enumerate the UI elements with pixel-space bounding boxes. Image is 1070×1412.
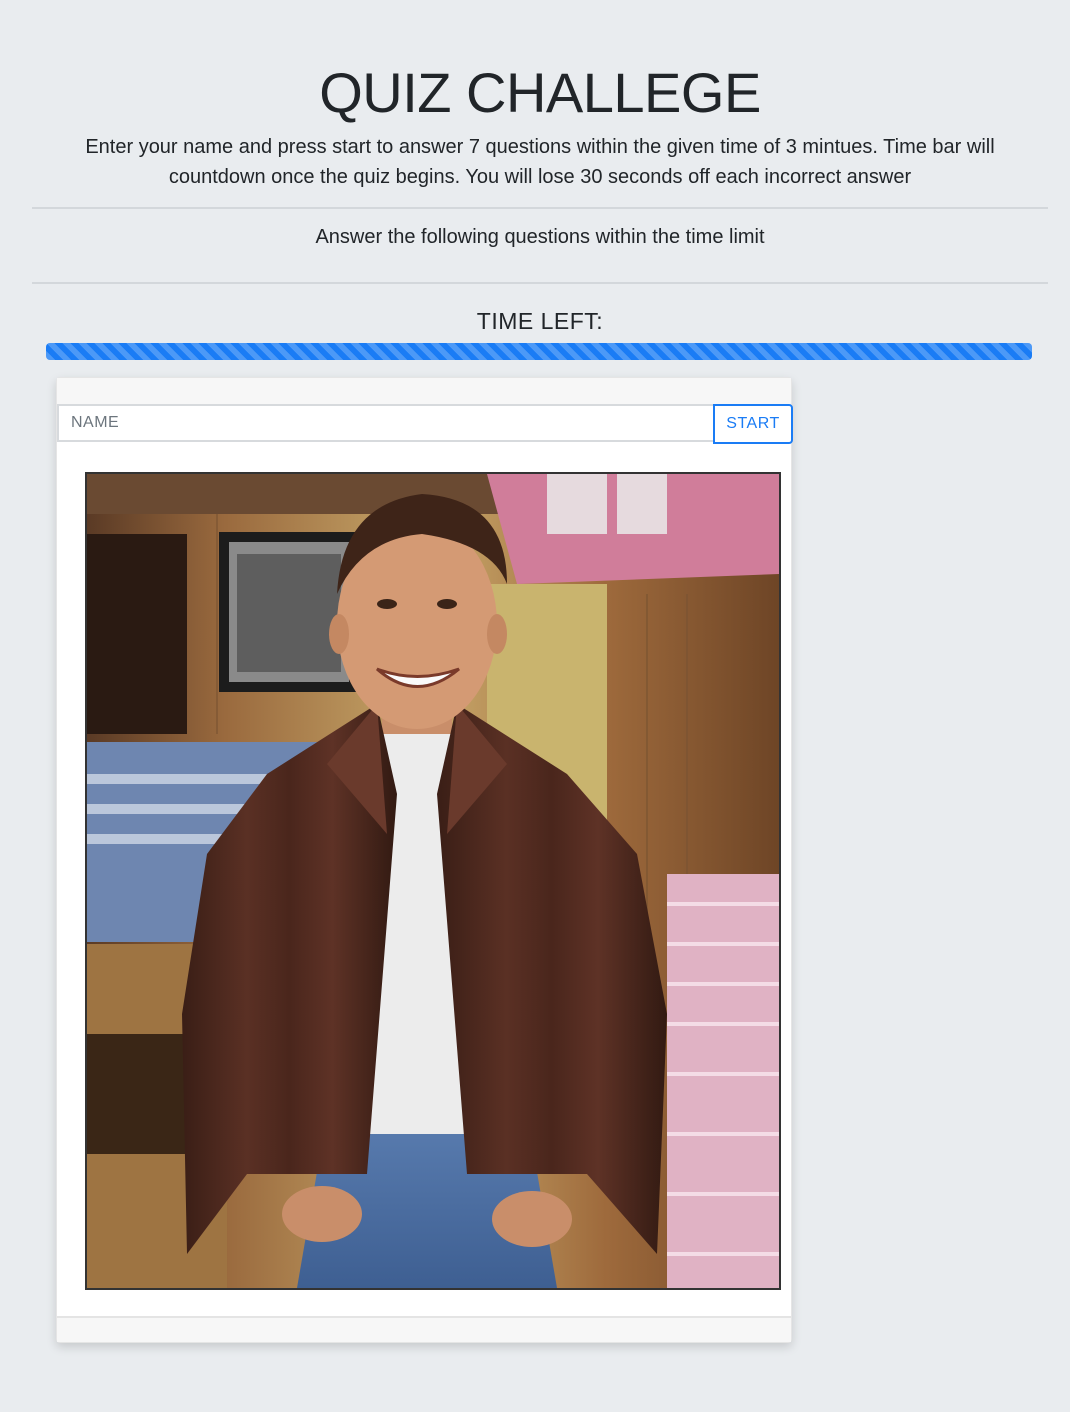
time-progress-bar bbox=[46, 343, 1032, 360]
divider-top bbox=[32, 207, 1048, 209]
man-in-leather-jacket-image bbox=[87, 474, 779, 1288]
subtitle: Answer the following questions within th… bbox=[315, 226, 765, 248]
time-progress-fill bbox=[46, 343, 1032, 360]
card-footer bbox=[57, 1316, 791, 1342]
card-header bbox=[57, 378, 791, 405]
time-left-label: TIME LEFT: bbox=[476, 308, 604, 334]
start-button[interactable]: START bbox=[713, 404, 793, 444]
quiz-card: START bbox=[56, 377, 793, 1343]
instructions-text: Enter your name and press start to answe… bbox=[85, 136, 995, 188]
name-input[interactable] bbox=[57, 404, 713, 442]
divider-bottom bbox=[32, 282, 1048, 284]
name-input-group: START bbox=[57, 404, 793, 444]
quiz-photo bbox=[85, 472, 781, 1290]
page-title: QUIZ CHALLEGE bbox=[319, 61, 761, 124]
